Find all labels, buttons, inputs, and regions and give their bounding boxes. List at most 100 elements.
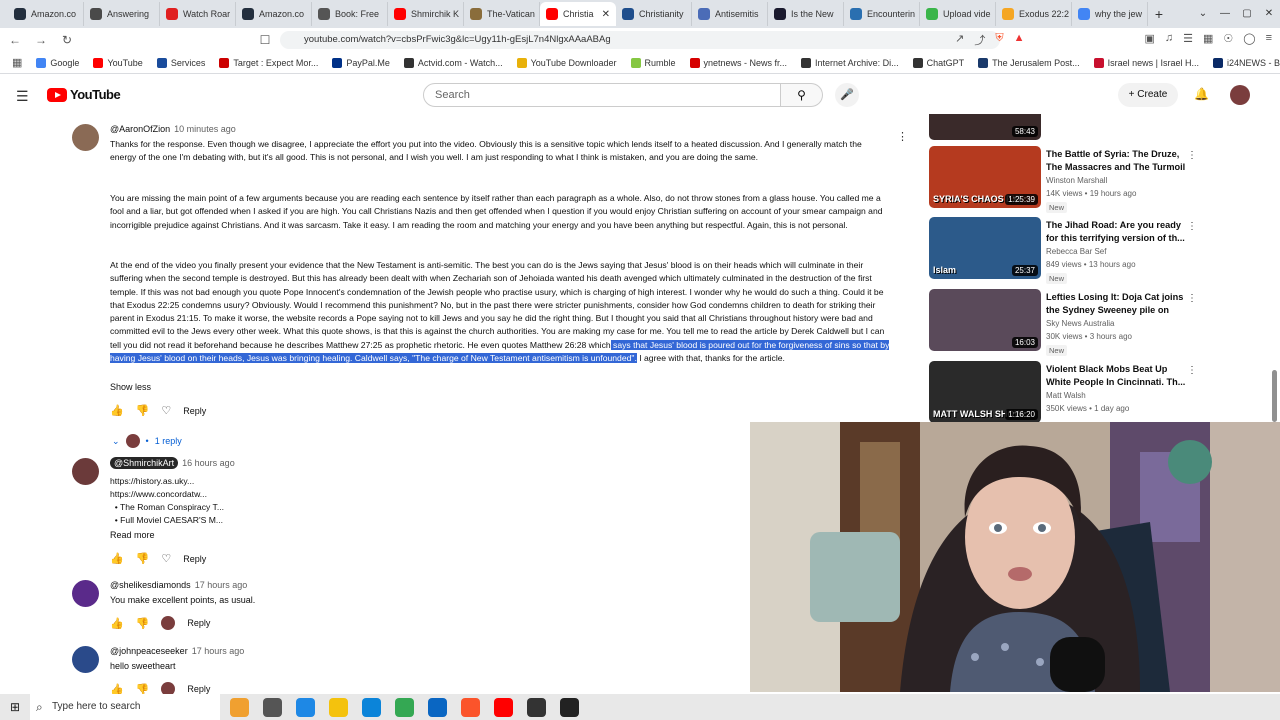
bookmark-icon[interactable]: ☐ xyxy=(258,33,272,47)
browser-tab[interactable]: Upload vide xyxy=(920,2,996,26)
taskbar-app-icon[interactable] xyxy=(395,697,414,717)
search-button[interactable]: ⚲ xyxy=(781,83,823,107)
bookmark-item[interactable]: Israel news | Israel H... xyxy=(1093,57,1199,68)
taskbar-app-icon[interactable] xyxy=(263,697,282,717)
tab-search-icon[interactable]: ⌄ xyxy=(1192,0,1214,28)
comment-author[interactable]: @ShmirchikArt xyxy=(110,457,179,469)
view-replies-button[interactable]: ⌄ • 1 reply xyxy=(112,434,182,448)
browser-tab[interactable]: Encounterin xyxy=(844,2,920,26)
like-icon[interactable]: 👍 xyxy=(110,683,124,695)
open-external-icon[interactable]: ↗ xyxy=(955,32,964,48)
taskbar-app-icon[interactable] xyxy=(494,697,513,717)
browser-tab[interactable]: Christia ✕ xyxy=(540,2,616,26)
taskbar-app-icon[interactable] xyxy=(560,697,579,717)
video-menu-icon[interactable]: ⋮ xyxy=(1187,365,1197,376)
commenter-avatar[interactable] xyxy=(72,124,99,151)
comment-time[interactable]: 16 hours ago xyxy=(182,458,235,468)
browser-tab[interactable]: Amazon.co xyxy=(236,2,312,26)
back-icon[interactable]: ← xyxy=(8,33,22,47)
rewards-icon[interactable]: ◯ xyxy=(1243,32,1255,48)
reading-list-icon[interactable]: ☰ xyxy=(1183,32,1193,48)
recommended-video[interactable]: 16:03 Lefties Losing It: Doja Cat joins t… xyxy=(929,289,1269,356)
heart-icon[interactable]: ♡ xyxy=(161,552,171,565)
vpn-icon[interactable]: ☉ xyxy=(1223,32,1233,48)
close-window-icon[interactable]: ✕ xyxy=(1258,0,1280,28)
comment-author[interactable]: @AaronOfZion xyxy=(110,124,170,134)
bookmark-item[interactable]: PayPal.Me xyxy=(332,57,390,68)
tab-close-icon[interactable]: ✕ xyxy=(602,9,610,20)
comment-time[interactable]: 17 hours ago xyxy=(195,580,248,590)
video-title[interactable]: The Jihad Road: Are you ready for this t… xyxy=(1046,219,1194,244)
video-title[interactable]: The Battle of Syria: The Druze, The Mass… xyxy=(1046,148,1194,173)
create-button[interactable]: + Create xyxy=(1118,83,1178,107)
browser-tab[interactable]: Amazon.co xyxy=(8,2,84,26)
like-icon[interactable]: 👍 xyxy=(110,617,124,630)
taskbar-app-icon[interactable] xyxy=(527,697,546,717)
browser-tab[interactable]: Exodus 22:2 xyxy=(996,2,1072,26)
video-thumbnail[interactable]: 16:03 xyxy=(929,289,1041,351)
browser-menu-icon[interactable]: ≡ xyxy=(1266,32,1272,48)
bookmark-item[interactable]: Target : Expect Mor... xyxy=(219,57,318,68)
reply-button[interactable]: Reply xyxy=(187,618,210,628)
comment-time[interactable]: 10 minutes ago xyxy=(174,124,236,134)
comment-author[interactable]: @johnpeaceseeker xyxy=(110,646,188,656)
media-icon[interactable]: ♫ xyxy=(1165,32,1173,48)
apps-grid-icon[interactable]: ▦ xyxy=(12,56,22,69)
windows-start-icon[interactable]: ⊞ xyxy=(0,700,30,714)
commenter-avatar[interactable] xyxy=(72,458,99,485)
channel-name[interactable]: Matt Walsh xyxy=(1046,391,1086,400)
forward-icon[interactable]: → xyxy=(34,33,48,47)
url-field[interactable]: youtube.com/watch?v=cbsPrFwic3g&lc=Ugy11… xyxy=(280,31,1000,49)
bookmark-item[interactable]: YouTube xyxy=(93,57,143,68)
video-thumbnail[interactable]: MATT WALSH SHOW 1:16:20 xyxy=(929,361,1041,422)
bookmark-item[interactable]: Actvid.com - Watch... xyxy=(403,57,503,68)
taskbar-app-icon[interactable] xyxy=(230,697,249,717)
youtube-logo[interactable]: YouTube xyxy=(47,87,121,102)
dislike-icon[interactable]: 👎 xyxy=(136,683,150,695)
video-title[interactable]: Lefties Losing It: Doja Cat joins the Sy… xyxy=(1046,291,1194,316)
bookmark-item[interactable]: The Jerusalem Post... xyxy=(978,57,1080,68)
page-scrollbar[interactable] xyxy=(1272,370,1277,422)
video-title[interactable]: Violent Black Mobs Beat Up White People … xyxy=(1046,363,1194,388)
brave-shield-icon[interactable]: ⛨ xyxy=(995,32,1003,48)
comment-author[interactable]: @shelikesdiamonds xyxy=(110,580,191,590)
dislike-icon[interactable]: 👎 xyxy=(136,404,150,417)
taskbar-app-icon[interactable] xyxy=(428,697,447,717)
sidebar-toggle-icon[interactable]: ▣ xyxy=(1144,32,1154,48)
share-icon[interactable]: ⤴ xyxy=(974,32,985,48)
bookmark-item[interactable]: Google xyxy=(36,57,79,68)
recommended-video[interactable]: 58:434.4K views • 2 months ago xyxy=(929,114,1269,144)
minimize-icon[interactable]: — xyxy=(1214,0,1236,28)
video-thumbnail[interactable]: SYRIA'S CHAOS EXI 1:25:39 xyxy=(929,146,1041,208)
video-thumbnail[interactable]: Islam 25:37 xyxy=(929,217,1041,279)
taskbar-app-icon[interactable] xyxy=(461,697,480,717)
browser-tab[interactable]: The-Vatican xyxy=(464,2,540,26)
taskbar-search-input[interactable]: Type here to search xyxy=(30,694,220,720)
recommended-video[interactable]: Islam 25:37 The Jihad Road: Are you ready … xyxy=(929,217,1269,284)
dislike-icon[interactable]: 👎 xyxy=(136,617,150,630)
recommended-video[interactable]: MATT WALSH SHOW 1:16:20 Violent Black Mobs… xyxy=(929,361,1269,422)
browser-tab[interactable]: why the jew xyxy=(1072,2,1148,26)
read-more-button[interactable]: Read more xyxy=(110,530,155,540)
reply-button[interactable]: Reply xyxy=(187,684,210,694)
bookmark-item[interactable]: ChatGPT xyxy=(912,57,964,68)
browser-tab[interactable]: Shmirchik K xyxy=(388,2,464,26)
comment-menu-icon[interactable]: ⋮ xyxy=(897,130,908,143)
channel-name[interactable]: Sky News Australia xyxy=(1046,319,1114,328)
like-icon[interactable]: 👍 xyxy=(110,552,124,565)
like-icon[interactable]: 👍 xyxy=(110,404,124,417)
taskbar-app-icon[interactable] xyxy=(362,697,381,717)
reply-button[interactable]: Reply xyxy=(183,406,206,416)
channel-name[interactable]: Winston Marshall xyxy=(1046,176,1107,185)
maximize-icon[interactable]: ▢ xyxy=(1236,0,1258,28)
taskbar-app-icon[interactable] xyxy=(296,697,315,717)
browser-tab[interactable]: Is the New xyxy=(768,2,844,26)
comment-time[interactable]: 17 hours ago xyxy=(192,646,245,656)
commenter-avatar[interactable] xyxy=(72,580,99,607)
extension-icon[interactable]: ▲ xyxy=(1014,32,1025,48)
recommended-video[interactable]: SYRIA'S CHAOS EXI 1:25:39 The Battle of Sy… xyxy=(929,146,1269,213)
video-menu-icon[interactable]: ⋮ xyxy=(1187,293,1197,304)
bookmark-item[interactable]: Services xyxy=(156,57,205,68)
browser-tab[interactable]: Watch Roar xyxy=(160,2,236,26)
bookmark-item[interactable]: YouTube Downloader xyxy=(516,57,617,68)
